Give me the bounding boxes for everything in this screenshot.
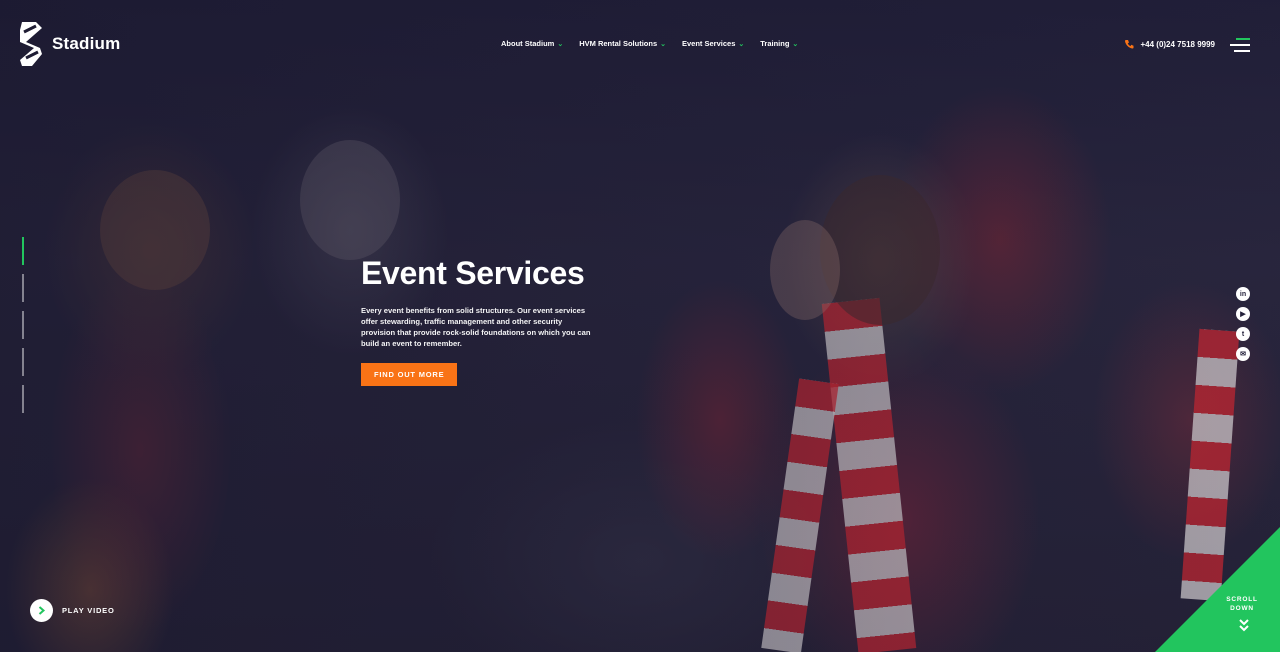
hero-overlay — [0, 0, 1280, 652]
scroll-down-label: SCROLL DOWN — [1224, 596, 1260, 614]
nav-item-training[interactable]: Training ⌄ — [760, 39, 798, 48]
slide-dot-2[interactable] — [22, 274, 24, 302]
nav-item-about-stadium[interactable]: About Stadium ⌄ — [501, 39, 563, 48]
slide-indicator — [22, 237, 25, 422]
linkedin-icon[interactable]: in — [1236, 287, 1250, 301]
main-nav: About Stadium ⌄ HVM Rental Solutions ⌄ E… — [501, 39, 798, 48]
find-out-more-button[interactable]: FIND OUT MORE — [361, 363, 458, 387]
chevron-down-icon: ⌄ — [738, 40, 745, 48]
nav-item-label: HVM Rental Solutions — [579, 39, 658, 48]
logo[interactable]: Stadium — [18, 20, 120, 68]
nav-item-label: About Stadium — [501, 39, 555, 48]
scroll-line-2: DOWN — [1230, 605, 1254, 613]
logo-text: Stadium — [52, 34, 121, 53]
phone-link[interactable]: +44 (0)24 7518 9999 — [1124, 39, 1215, 49]
play-video-label: PLAY VIDEO — [62, 606, 115, 615]
scroll-corner-shape — [1155, 527, 1280, 652]
nav-item-event-services[interactable]: Event Services ⌄ — [682, 39, 744, 48]
play-icon — [30, 599, 53, 622]
play-video-button[interactable]: PLAY VIDEO — [30, 599, 115, 622]
nav-item-label: Training — [760, 39, 790, 48]
social-links: in ▶ t ✉ — [1236, 287, 1250, 361]
phone-number: +44 (0)24 7518 9999 — [1140, 39, 1215, 49]
slide-dot-1[interactable] — [22, 237, 24, 265]
hero-content: Event Services Every event benefits from… — [361, 255, 601, 387]
scroll-line-1: SCROLL — [1226, 596, 1258, 604]
chevron-down-icon: ⌄ — [792, 40, 799, 48]
twitter-icon[interactable]: t — [1236, 327, 1250, 341]
slide-dot-5[interactable] — [22, 385, 24, 413]
slide-dot-4[interactable] — [22, 348, 24, 376]
scroll-down-button[interactable]: SCROLL DOWN — [1155, 527, 1280, 652]
chevron-double-down-icon — [1239, 619, 1249, 632]
hero-title: Event Services — [361, 255, 585, 291]
chevron-down-icon: ⌄ — [557, 40, 564, 48]
hamburger-menu-button[interactable] — [1230, 38, 1250, 52]
email-icon[interactable]: ✉ — [1236, 347, 1250, 361]
nav-item-hvm-rental-solutions[interactable]: HVM Rental Solutions ⌄ — [579, 39, 666, 48]
slide-dot-3[interactable] — [22, 311, 24, 339]
phone-icon — [1125, 40, 1134, 49]
youtube-icon[interactable]: ▶ — [1236, 307, 1250, 321]
nav-item-label: Event Services — [682, 39, 736, 48]
logo-mark-icon — [20, 22, 42, 66]
chevron-down-icon: ⌄ — [660, 40, 666, 48]
hero-description: Every event benefits from solid structur… — [361, 306, 591, 349]
